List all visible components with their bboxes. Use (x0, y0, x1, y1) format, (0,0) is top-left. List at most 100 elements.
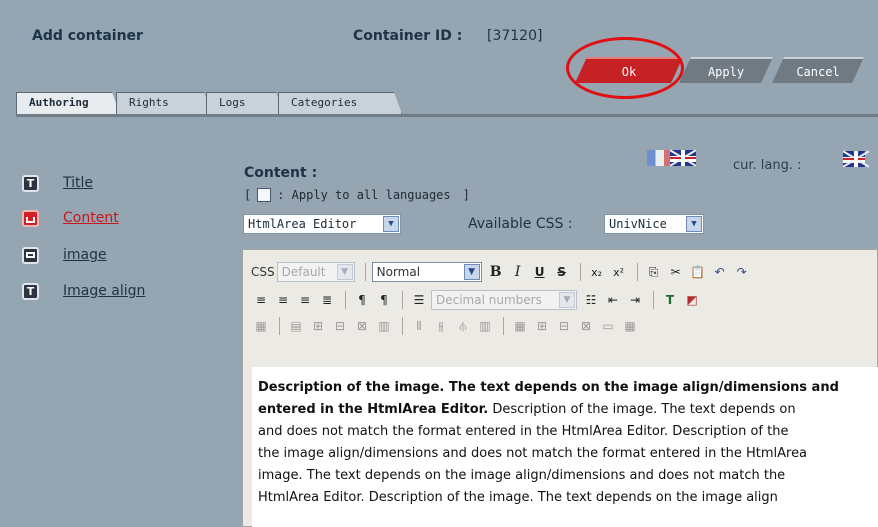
delete-cell-icon[interactable]: ⊠ (576, 316, 596, 336)
bracket-close: ] (462, 188, 470, 202)
image-field-icon (22, 246, 39, 264)
format-select[interactable]: Normal ▼ (371, 262, 482, 282)
editor-line-bold: entered in the HtmlArea Editor. (258, 402, 489, 417)
underline-icon[interactable]: U (530, 262, 550, 282)
insert-col-before-icon[interactable]: ⫴ (409, 316, 429, 336)
align-justify-icon[interactable]: ≣ (317, 290, 337, 310)
toolbar-row-2: ≡ ≡ ≡ ≣ ¶ ¶ ☰ Decimal numbers ▼ ☷ ⇤ ⇥ T ◩ (251, 288, 704, 312)
sidebar-item-label[interactable]: Title (63, 175, 93, 191)
split-col-icon[interactable]: ▥ (475, 316, 495, 336)
sidebar-item-title[interactable]: T Title (22, 173, 93, 193)
list-style-select-value: Decimal numbers (436, 293, 542, 307)
editor-line-text: HtmlArea Editor. Description of the imag… (258, 490, 778, 505)
current-language-label: cur. lang. : (733, 158, 802, 173)
copy-icon[interactable]: ⎘ (644, 262, 664, 282)
sidebar-item-content[interactable]: Content (22, 208, 119, 228)
css-select-value: UnivNice (609, 217, 667, 231)
split-row-icon[interactable]: ▥ (374, 316, 394, 336)
format-select-value: Normal (376, 265, 421, 279)
row-properties-icon[interactable]: ▤ (286, 316, 306, 336)
sidebar-item-label[interactable]: Image align (63, 283, 145, 299)
toolbar-separator (364, 263, 366, 281)
page-title: Add container (32, 28, 143, 44)
rtl-icon[interactable]: ¶ (374, 290, 394, 310)
html-editor: CSS Default ▼ Normal ▼ B I U S x₂ x² ⎘ ✂ 📋… (242, 249, 878, 527)
apply-all-row: [ : Apply to all languages ] (244, 188, 470, 202)
richtext-field-icon (22, 209, 39, 227)
delete-col-icon[interactable]: ⫛ (453, 316, 473, 336)
indent-icon[interactable]: ⇥ (625, 290, 645, 310)
list-style-select[interactable]: Decimal numbers ▼ (431, 290, 577, 310)
sidebar-item-label[interactable]: Content (63, 210, 119, 226)
toolbar-separator (345, 291, 346, 309)
cell-properties-icon[interactable]: ▦ (510, 316, 530, 336)
insert-row-before-icon[interactable]: ⊞ (308, 316, 328, 336)
align-right-icon[interactable]: ≡ (295, 290, 315, 310)
editor-select[interactable]: HtmlArea Editor ▼ (243, 214, 401, 234)
editor-line-text: the image align/dimensions and does not … (258, 446, 808, 461)
superscript-icon[interactable]: x² (609, 262, 629, 282)
css-class-select-value: Default (281, 265, 326, 279)
available-css-label: Available CSS : (468, 216, 573, 232)
chevron-down-icon: ▼ (336, 264, 353, 280)
merge-cells-icon[interactable]: ▭ (598, 316, 618, 336)
insert-cell-after-icon[interactable]: ⊟ (554, 316, 574, 336)
undo-icon[interactable]: ↶ (710, 262, 730, 282)
text-field-icon: T (22, 282, 39, 300)
container-id-value: [37120] (487, 28, 543, 44)
apply-all-label: : Apply to all languages (277, 188, 451, 202)
delete-row-icon[interactable]: ⊠ (352, 316, 372, 336)
bracket-open: [ (244, 188, 252, 202)
background-color-icon[interactable]: ◩ (682, 290, 702, 310)
text-field-icon: T (22, 174, 39, 192)
tab-rights[interactable]: Rights (116, 92, 212, 114)
apply-all-checkbox[interactable] (257, 188, 272, 202)
redo-icon[interactable]: ↷ (732, 262, 752, 282)
align-left-icon[interactable]: ≡ (251, 290, 271, 310)
sidebar-item-image-align[interactable]: T Image align (22, 281, 145, 301)
toolbar-separator (636, 263, 638, 281)
sidebar-item-label[interactable]: image (63, 247, 107, 263)
editor-line: the image align/dimensions and does not … (258, 443, 878, 465)
chevron-down-icon: ▼ (686, 216, 702, 232)
paste-icon[interactable]: 📋 (688, 262, 708, 282)
align-center-icon[interactable]: ≡ (273, 290, 293, 310)
ordered-list-icon[interactable]: ☰ (409, 290, 429, 310)
apply-button[interactable]: Apply (679, 57, 773, 83)
css-select[interactable]: UnivNice ▼ (604, 214, 704, 234)
tab-authoring[interactable]: Authoring (16, 92, 120, 114)
editor-line-text: image. The text depends on the image ali… (258, 468, 786, 483)
css-class-select[interactable]: Default ▼ (276, 262, 355, 282)
insert-col-after-icon[interactable]: ⫵ (431, 316, 451, 336)
text-color-icon[interactable]: T (660, 290, 680, 310)
editor-select-value: HtmlArea Editor (248, 217, 357, 231)
chevron-down-icon: ▼ (463, 264, 480, 280)
tab-logs[interactable]: Logs (206, 92, 284, 114)
editor-line: Description of the image. The text depen… (258, 377, 878, 399)
outdent-icon[interactable]: ⇤ (603, 290, 623, 310)
split-cell-icon[interactable]: ▦ (620, 316, 640, 336)
subscript-icon[interactable]: x₂ (587, 262, 607, 282)
strikethrough-icon[interactable]: S (552, 262, 572, 282)
cancel-button[interactable]: Cancel (772, 57, 864, 83)
sidebar-item-image[interactable]: image (22, 245, 107, 265)
cut-icon[interactable]: ✂ (666, 262, 686, 282)
tab-categories[interactable]: Categories (278, 92, 402, 114)
editor-body[interactable]: Description of the image. The text depen… (252, 367, 878, 527)
toolbar-row-1: CSS Default ▼ Normal ▼ B I U S x₂ x² ⎘ ✂ 📋… (251, 260, 754, 284)
insert-cell-before-icon[interactable]: ⊞ (532, 316, 552, 336)
bold-icon[interactable]: B (486, 262, 506, 282)
content-label: Content : (244, 165, 318, 181)
editor-line: HtmlArea Editor. Description of the imag… (258, 487, 878, 509)
toolbar-separator (279, 317, 280, 335)
ltr-icon[interactable]: ¶ (352, 290, 372, 310)
italic-icon[interactable]: I (508, 262, 528, 282)
toolbar-separator (402, 317, 403, 335)
flag-uk-icon[interactable] (669, 149, 697, 167)
chevron-down-icon: ▼ (559, 292, 575, 308)
insert-row-after-icon[interactable]: ⊟ (330, 316, 350, 336)
editor-line: image. The text depends on the image ali… (258, 465, 878, 487)
ok-button[interactable]: Ok (575, 57, 683, 83)
unordered-list-icon[interactable]: ☷ (581, 290, 601, 310)
table-properties-icon[interactable]: ▦ (251, 316, 271, 336)
